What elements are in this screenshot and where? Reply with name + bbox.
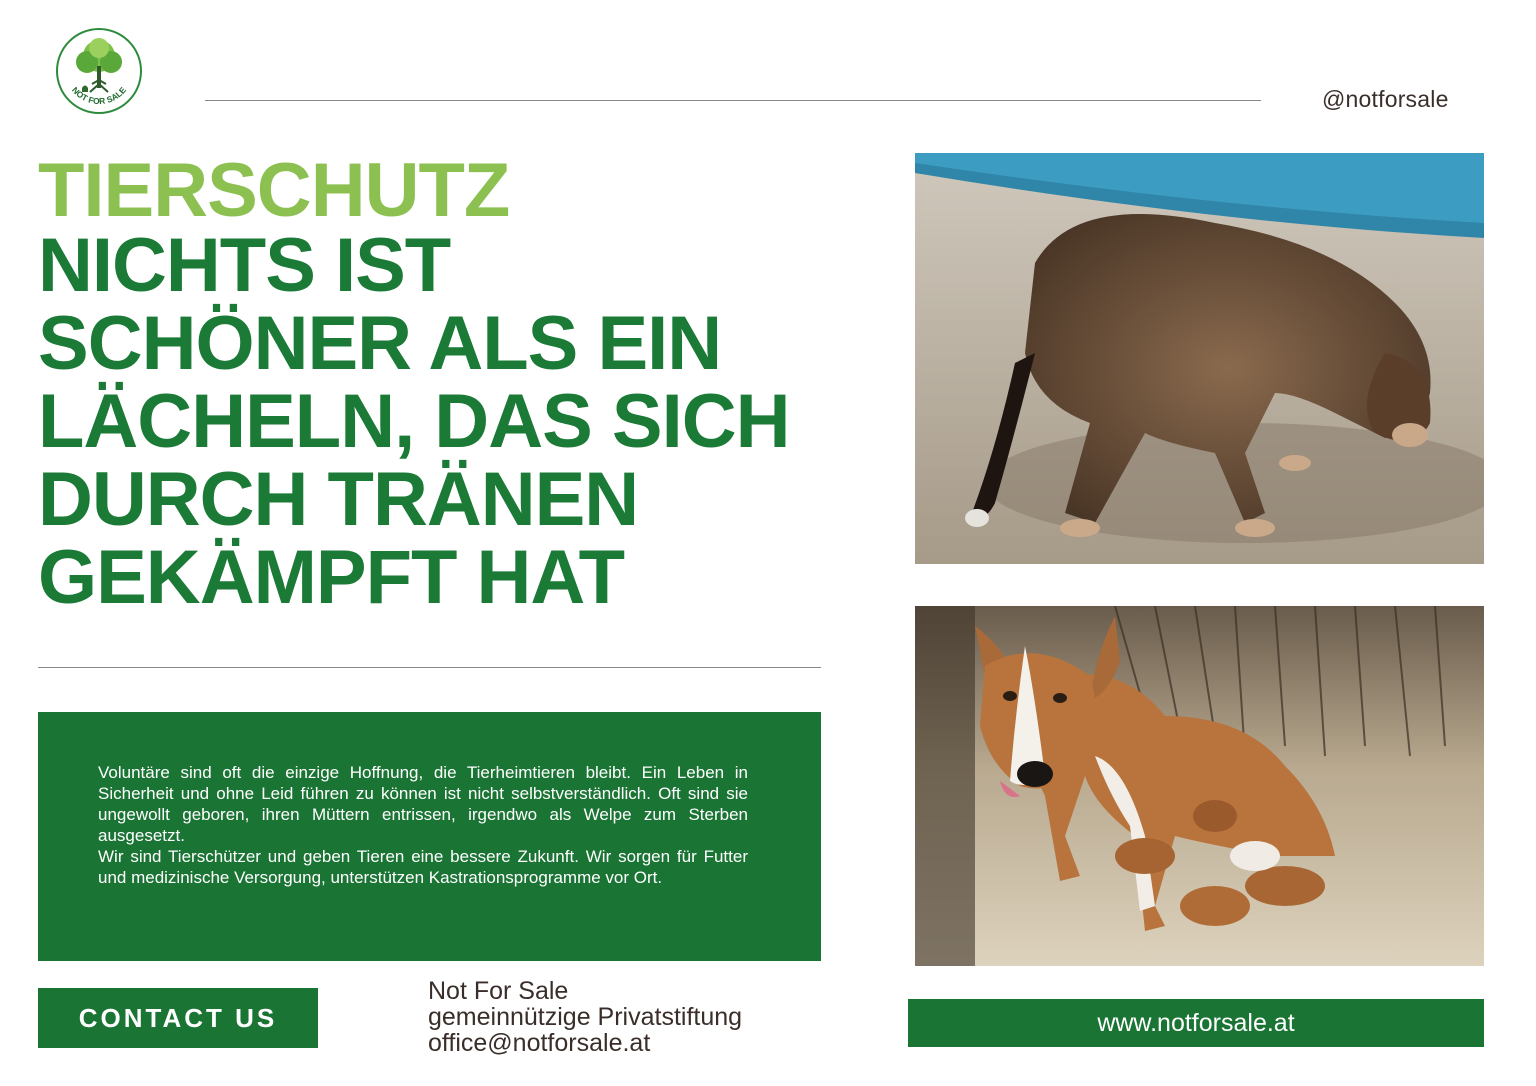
headline-line: LÄCHELN, DAS SICH bbox=[38, 379, 790, 464]
logo: NOT FOR SALE bbox=[54, 26, 144, 116]
organization-type: gemeinnützige Privatstiftung bbox=[428, 1003, 743, 1031]
headline-divider bbox=[38, 667, 821, 668]
headline-line: SCHÖNER ALS EIN bbox=[38, 301, 722, 386]
contact-us-button[interactable]: CONTACT US bbox=[38, 988, 318, 1048]
headline-line: NICHTS IST bbox=[38, 223, 451, 308]
headline-line: GEKÄMPFT HAT bbox=[38, 535, 625, 620]
email-address[interactable]: office@notforsale.at bbox=[428, 1030, 742, 1056]
description-paragraph: Wir sind Tierschützer und geben Tieren e… bbox=[98, 847, 748, 887]
header-divider bbox=[205, 100, 1261, 101]
description-paragraph: Voluntäre sind oft die einzige Hoffnung,… bbox=[98, 763, 748, 845]
organization-name: Not For Sale bbox=[428, 977, 569, 1005]
website-link[interactable]: www.notforsale.at bbox=[908, 999, 1484, 1047]
address-block: Not For Sale gemeinnützige Privatstiftun… bbox=[428, 978, 742, 1056]
photo-mother-dog-puppies bbox=[915, 606, 1484, 966]
headline-kicker: TIERSCHUTZ bbox=[38, 148, 510, 233]
description-text: Voluntäre sind oft die einzige Hoffnung,… bbox=[98, 762, 748, 888]
headline-line: DURCH TRÄNEN bbox=[38, 457, 639, 542]
headline-main: NICHTS IST SCHÖNER ALS EIN LÄCHELN, DAS … bbox=[38, 227, 838, 617]
photo-dog-sand bbox=[915, 153, 1484, 564]
description-box: Voluntäre sind oft die einzige Hoffnung,… bbox=[38, 712, 821, 961]
social-handle: @notforsale bbox=[1322, 86, 1449, 112]
